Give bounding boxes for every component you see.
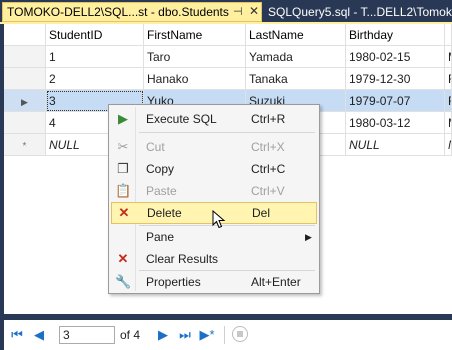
new-row-star-icon: * xyxy=(22,141,27,152)
menu-separator xyxy=(139,132,315,133)
pin-icon[interactable]: ⊣ xyxy=(233,5,243,18)
execute-sql-icon: ▶ xyxy=(118,111,128,126)
grid-header-row: StudentID FirstName LastName Birthday xyxy=(4,24,452,46)
tab-title: TOMOKO-DELL2\SQL...st - dbo.Students xyxy=(7,5,229,19)
menu-item-paste[interactable]: 📋 Paste Ctrl+V xyxy=(111,180,317,202)
previous-record-icon[interactable]: ◀ xyxy=(30,326,48,344)
menu-item-shortcut: Ctrl+C xyxy=(251,162,286,176)
corner-header[interactable] xyxy=(4,24,46,46)
cell-lastname[interactable]: Yamada xyxy=(246,46,346,68)
last-record-icon[interactable]: ⏭ xyxy=(176,326,194,344)
menu-item-clear-results[interactable]: ✕ Clear Results xyxy=(111,248,317,270)
cell-studentid[interactable]: 2 xyxy=(46,68,144,90)
menu-item-label: Clear Results xyxy=(146,252,219,266)
scissors-icon: ✂ xyxy=(117,139,129,154)
tab-title: SQLQuery5.sql - T...DELL2\Tomoko xyxy=(268,5,452,19)
close-icon[interactable]: ✕ xyxy=(249,4,259,18)
column-header-firstname[interactable]: FirstName xyxy=(144,24,246,46)
menu-item-shortcut: Ctrl+V xyxy=(251,184,285,198)
cell-studentid[interactable]: 1 xyxy=(46,46,144,68)
cell-extra[interactable]: N xyxy=(445,134,452,156)
menu-item-shortcut: Del xyxy=(252,206,271,220)
menu-item-properties[interactable]: 🔧 Properties Alt+Enter xyxy=(111,271,317,293)
menu-item-shortcut: Ctrl+R xyxy=(251,112,286,126)
table-row[interactable]: 2 Hanako Tanaka 1979-12-30 F xyxy=(4,68,452,90)
cell-birthday[interactable]: 1979-07-07 xyxy=(346,90,445,112)
menu-item-label: Properties xyxy=(146,275,201,289)
tab-students-table[interactable]: TOMOKO-DELL2\SQL...st - dbo.Students ⊣ ✕ xyxy=(2,2,262,22)
cell-birthday[interactable]: NULL xyxy=(346,134,445,156)
stop-icon[interactable] xyxy=(232,326,248,342)
column-header-lastname[interactable]: LastName xyxy=(246,24,346,46)
menu-item-shortcut: Ctrl+X xyxy=(251,140,285,154)
submenu-arrow-icon: ▶ xyxy=(305,232,312,242)
cell-extra[interactable]: M xyxy=(445,46,452,68)
mouse-pointer-icon xyxy=(212,210,226,229)
row-header[interactable]: * xyxy=(4,134,46,156)
column-header-birthday[interactable]: Birthday xyxy=(346,24,445,46)
menu-item-label: Cut xyxy=(146,140,165,154)
table-row[interactable]: 1 Taro Yamada 1980-02-15 M xyxy=(4,46,452,68)
cell-birthday[interactable]: 1980-03-12 xyxy=(346,112,445,134)
next-record-icon[interactable]: ▶ xyxy=(154,326,172,344)
new-record-icon[interactable]: ▶* xyxy=(198,326,216,344)
record-navigator: ⏮ ◀ 3 of 4 ▶ ⏭ ▶* xyxy=(4,320,452,350)
cell-birthday[interactable]: 1979-12-30 xyxy=(346,68,445,90)
menu-item-execute-sql[interactable]: ▶ Execute SQL Ctrl+R xyxy=(111,108,317,130)
clear-results-icon: ✕ xyxy=(117,251,129,266)
current-record-input[interactable]: 3 xyxy=(59,326,115,344)
current-row-arrow-icon: ▶ xyxy=(21,97,28,107)
row-header[interactable] xyxy=(4,68,46,90)
copy-icon: ❐ xyxy=(117,161,129,176)
row-header[interactable]: ▶ xyxy=(4,90,46,112)
menu-item-label: Delete xyxy=(147,206,182,220)
paste-icon: 📋 xyxy=(115,183,132,198)
row-header[interactable] xyxy=(4,46,46,68)
menu-item-label: Copy xyxy=(146,162,175,176)
menu-item-label: Execute SQL xyxy=(146,112,217,126)
record-count: of 4 xyxy=(120,328,141,342)
cell-extra[interactable]: F xyxy=(445,68,452,90)
menu-item-label: Paste xyxy=(146,184,177,198)
first-record-icon[interactable]: ⏮ xyxy=(8,326,26,344)
document-tab-strip: TOMOKO-DELL2\SQL...st - dbo.Students ⊣ ✕… xyxy=(0,0,452,22)
navigator-divider xyxy=(224,326,225,344)
cell-firstname[interactable]: Hanako xyxy=(144,68,246,90)
cell-lastname[interactable]: Tanaka xyxy=(246,68,346,90)
cell-birthday[interactable]: 1980-02-15 xyxy=(346,46,445,68)
column-header-studentid[interactable]: StudentID xyxy=(46,24,144,46)
context-menu: ▶ Execute SQL Ctrl+R ✂ Cut Ctrl+X ❐ Copy… xyxy=(108,104,320,294)
tab-sqlquery5[interactable]: SQLQuery5.sql - T...DELL2\Tomoko xyxy=(268,3,452,21)
menu-item-cut[interactable]: ✂ Cut Ctrl+X xyxy=(111,136,317,158)
wrench-icon: 🔧 xyxy=(115,274,132,289)
row-header[interactable] xyxy=(4,112,46,134)
menu-item-shortcut: Alt+Enter xyxy=(251,275,301,289)
cell-extra[interactable]: F xyxy=(445,90,452,112)
menu-item-copy[interactable]: ❐ Copy Ctrl+C xyxy=(111,158,317,180)
delete-x-icon: ✕ xyxy=(118,205,130,220)
menu-item-label: Pane xyxy=(146,230,175,244)
cell-firstname[interactable]: Taro xyxy=(144,46,246,68)
cell-extra[interactable]: M xyxy=(445,112,452,134)
column-header-extra[interactable] xyxy=(445,24,452,46)
